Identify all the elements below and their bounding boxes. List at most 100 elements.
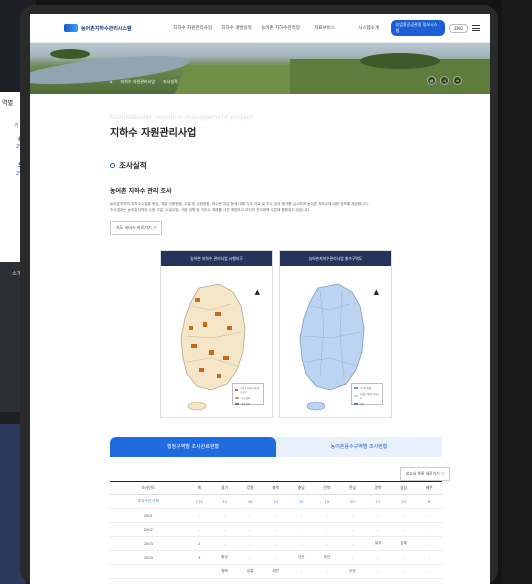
table-cell bbox=[365, 578, 391, 584]
column-header: 조사년도 bbox=[110, 481, 187, 495]
table-cell: - bbox=[314, 564, 340, 579]
table-cell: 부안 bbox=[314, 550, 340, 565]
table-cell: 평택 bbox=[211, 564, 238, 579]
breadcrumb: ⌂ 지하수 자원관리사업 조사실적 bbox=[110, 79, 178, 85]
column-header: 경기 bbox=[211, 481, 238, 495]
table-cell: 조사구간 구획 bbox=[110, 494, 187, 509]
nav-item[interactable]: 농어촌 지하수관측망 bbox=[259, 25, 303, 31]
table-cell: - bbox=[262, 522, 289, 537]
print-icon[interactable]: ▤ bbox=[427, 76, 436, 85]
breadcrumb-item[interactable]: 조사실적 bbox=[163, 79, 178, 85]
table-cell bbox=[237, 578, 263, 584]
tab-water-zone[interactable]: 농어촌용수구역별 조사현황 bbox=[276, 437, 442, 457]
column-header: 충남 bbox=[288, 481, 315, 495]
logo-text: 농어촌지하수관리시스템 bbox=[81, 25, 132, 32]
map-service-link[interactable]: 지도 서비스 바로가기 ↗ bbox=[110, 221, 163, 235]
table-cell: 3 bbox=[186, 550, 212, 565]
column-header: 계 bbox=[186, 481, 212, 495]
table-cell: 무안 bbox=[339, 564, 366, 579]
table-row: 2002- - - - - - - - - - bbox=[110, 522, 442, 537]
legend-label: 하천 bbox=[360, 403, 365, 406]
nav-item[interactable]: 지하수 개발실적 bbox=[215, 25, 259, 31]
table-cell: 강릉 bbox=[237, 564, 263, 579]
survey-table: 조사년도 계 경기 강원 충북 충남 전북 전남 경북 경남 제주 조사구간 구… bbox=[110, 481, 442, 584]
map-card[interactable]: 농어촌지하수관리사업 총수구역도 ▲ 수구역 경계 농어촌 지하수 관리조사 하… bbox=[279, 250, 392, 418]
breadcrumb-item[interactable]: 지하수 자원관리사업 bbox=[121, 79, 155, 85]
table-cell: 175 bbox=[186, 494, 212, 509]
table-cell: - bbox=[339, 550, 366, 565]
table-cell: 15 bbox=[288, 494, 315, 509]
table-cell bbox=[211, 578, 238, 584]
map-image: ▲ 농어촌 지하수 관리조사 지구 시군 경계 광역 경계 bbox=[161, 266, 272, 419]
table-cell bbox=[288, 578, 315, 584]
table-cell bbox=[314, 578, 340, 584]
hero-trees bbox=[50, 49, 90, 59]
table-cell bbox=[390, 578, 417, 584]
logo-icon bbox=[64, 24, 78, 32]
table-cell: - bbox=[339, 522, 366, 537]
table-cell: - bbox=[416, 508, 442, 523]
table-cell: - bbox=[262, 508, 289, 523]
link-icon[interactable]: ∞ bbox=[453, 76, 462, 85]
legend-label: 광역 경계 bbox=[241, 403, 250, 406]
table-cell: 화성 bbox=[211, 550, 238, 565]
section-title: 조사실적 bbox=[110, 160, 490, 171]
table-row: 20055 bbox=[110, 578, 442, 584]
table-cell: 23 bbox=[211, 494, 238, 509]
table-row: 조사구간 구획 175 23 18 14 15 19 29 27 24 6 bbox=[110, 494, 442, 509]
external-link-icon: ↗ bbox=[152, 225, 157, 230]
table-cell: - bbox=[416, 536, 442, 551]
share-icon[interactable]: ◁ bbox=[440, 76, 449, 85]
nav-item[interactable]: 지하수 자원관리사업 bbox=[171, 25, 215, 31]
report-list-button[interactable]: 보고서 목록 바로가기 ↗ bbox=[399, 467, 450, 481]
table-cell: 2002 bbox=[110, 522, 187, 537]
language-select[interactable]: ENG bbox=[449, 23, 469, 33]
nav-item[interactable]: 자료서비스 bbox=[303, 25, 347, 31]
table-cell: 2 bbox=[186, 536, 212, 551]
table-row: 2003 2- - - - - - 칠곡 김해 - bbox=[110, 536, 442, 551]
bg-text: 역별 bbox=[2, 100, 14, 107]
table-cell: 24 bbox=[390, 494, 417, 509]
circle-icon bbox=[110, 163, 115, 168]
table-cell: - bbox=[390, 564, 417, 579]
nav-item[interactable]: 시스템소개 bbox=[347, 25, 391, 31]
table-cell: - bbox=[186, 522, 212, 537]
table-cell: - bbox=[416, 564, 442, 579]
hamburger-menu-icon[interactable] bbox=[472, 25, 480, 31]
table-cell: 6 bbox=[416, 494, 442, 509]
description-line: 조사결과는 농어촌지역의 수량 고갈, 수질오염, 가뭄 대책 등 지하수 재해… bbox=[110, 208, 311, 212]
main-content: Groundwater resource management project … bbox=[30, 113, 490, 584]
table-cell: 김해 bbox=[390, 536, 417, 551]
table-cell: - bbox=[365, 564, 391, 579]
table-cell: - bbox=[262, 550, 289, 565]
map-image: ▲ 수구역 경계 농어촌 지하수 관리조사 하천 bbox=[280, 266, 391, 419]
table-cell: - bbox=[288, 564, 315, 579]
main-nav: 지하수 자원관리사업 지하수 개발실적 농어촌 지하수관측망 자료서비스 시스템… bbox=[171, 25, 391, 31]
english-title: Groundwater resource management project bbox=[110, 113, 253, 121]
column-header: 경남 bbox=[390, 481, 417, 495]
table-row: 평택 강릉 제천 - - 무안 - - - bbox=[110, 564, 442, 579]
site-logo[interactable]: 농어촌지하수관리시스템 bbox=[64, 24, 171, 32]
table-cell bbox=[262, 578, 289, 584]
table-cell: - bbox=[186, 508, 212, 523]
map-service-label: 지도 서비스 바로가기 bbox=[116, 225, 152, 230]
survey-tabs: 행정구역별 조사완료현황 농어촌용수구역별 조사현황 bbox=[110, 437, 442, 457]
external-link-icon: ↗ bbox=[440, 471, 444, 476]
map-legend: 농어촌 지하수 관리조사 지구 시군 경계 광역 경계 bbox=[232, 383, 264, 406]
page-title: 지하수 자원관리사업 bbox=[110, 128, 197, 139]
table-cell bbox=[110, 564, 187, 579]
column-header: 경북 bbox=[365, 481, 391, 495]
table-cell: 아산 bbox=[288, 550, 315, 565]
table-cell: 2001 bbox=[110, 508, 187, 523]
map-card[interactable]: 농어촌 지하수 관리사업 시행지구 ▲ 농어촌 지하수 관리조사 지구 시군 경… bbox=[160, 250, 273, 418]
table-row: 2001- - - - - - - - - - bbox=[110, 508, 442, 523]
tab-administrative[interactable]: 행정구역별 조사완료현황 bbox=[110, 437, 276, 457]
legend-label: 시군 경계 bbox=[241, 397, 250, 400]
table-cell: - bbox=[390, 550, 417, 565]
column-header: 전북 bbox=[314, 481, 340, 495]
legend-label: 농어촌 지하수 관리조사 bbox=[359, 393, 380, 400]
table-cell: - bbox=[416, 522, 442, 537]
table-cell: - bbox=[390, 522, 417, 537]
home-icon[interactable]: ⌂ bbox=[110, 79, 113, 85]
cta-button[interactable]: 농업용공공관정 정보시스템 bbox=[390, 20, 446, 36]
